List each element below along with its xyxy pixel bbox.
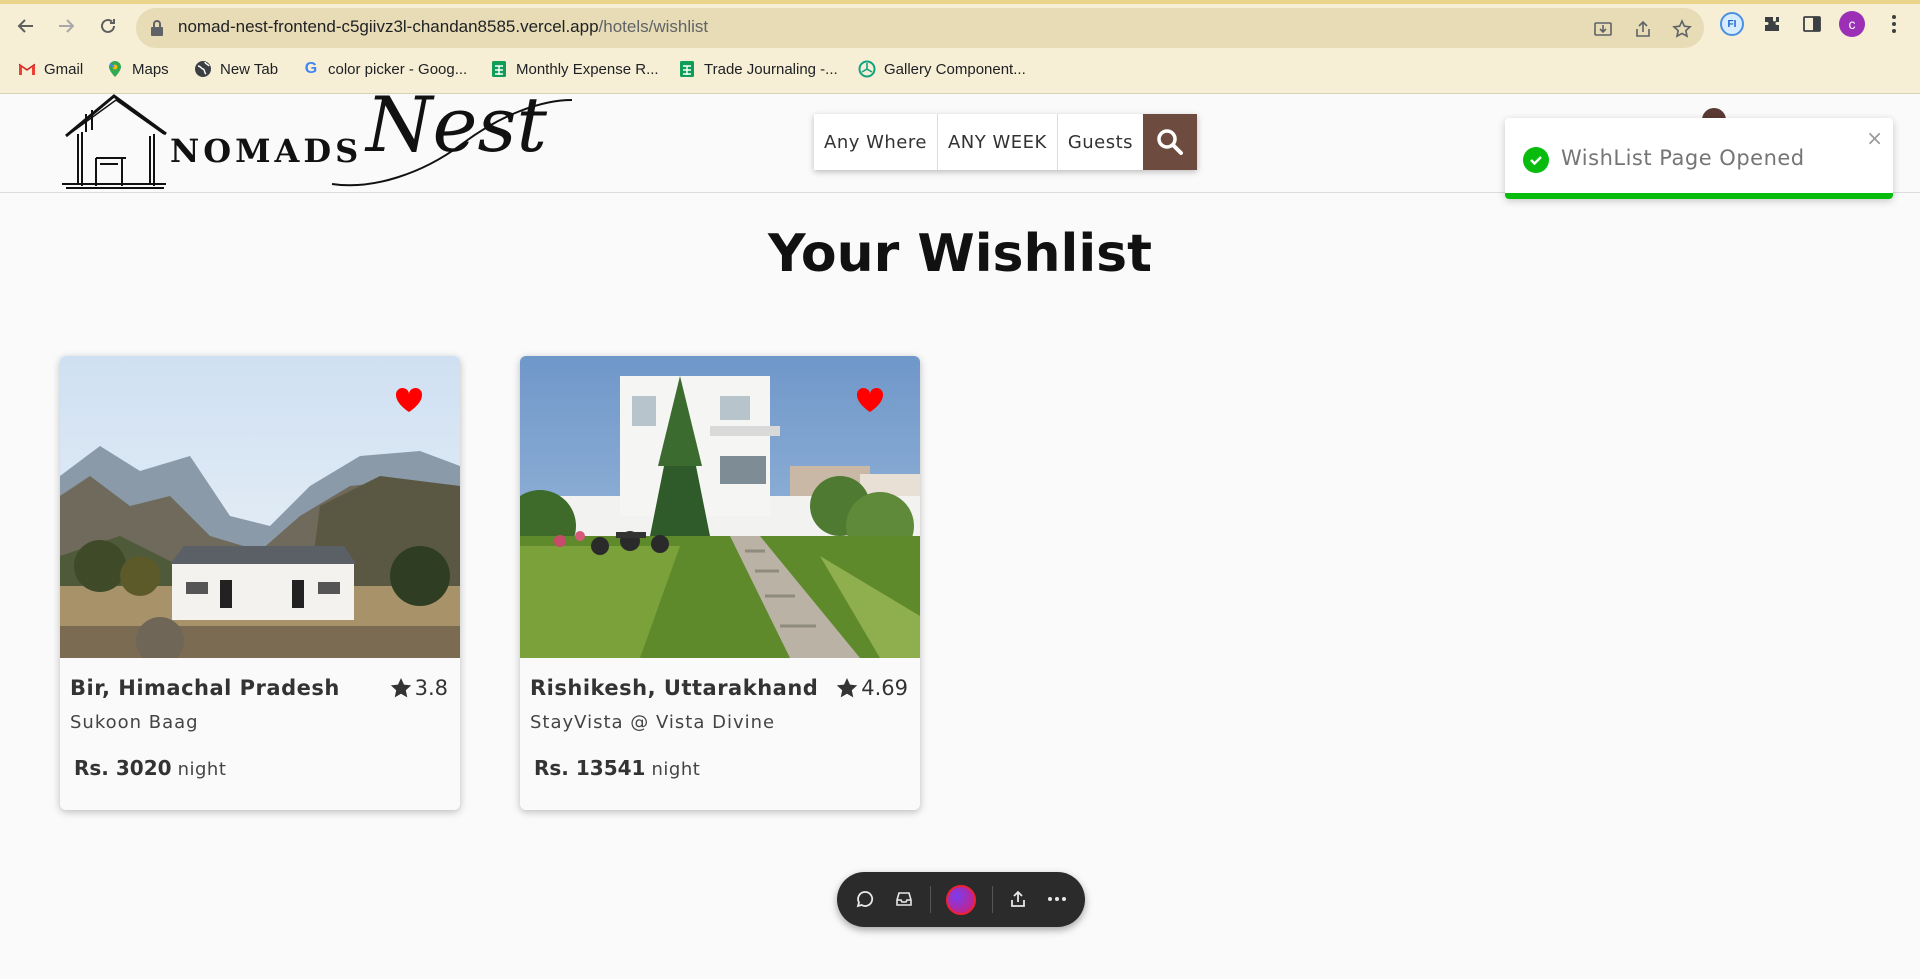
price-unit: night (651, 759, 701, 780)
upload-share-icon[interactable] (1007, 888, 1029, 910)
bookmark-color-picker[interactable]: G color picker - Goog... (302, 60, 467, 78)
gmail-icon (18, 60, 36, 78)
browser-chrome: nomad-nest-frontend-c5giivz3l-chandan858… (0, 0, 1920, 94)
fi-extension-label: FI (1727, 18, 1737, 30)
house-sketch-icon (62, 94, 167, 189)
wishlist-card[interactable]: Rishikesh, Uttarakhand 4.69 StayVista @ … (520, 356, 920, 810)
tab-strip-edge (0, 0, 1920, 4)
install-app-icon[interactable] (1592, 18, 1614, 40)
bookmark-label: Maps (132, 60, 169, 78)
price-unit: night (177, 759, 227, 780)
card-location: Rishikesh, Uttarakhand (530, 676, 819, 700)
reload-icon (101, 18, 115, 33)
card-location: Bir, Himachal Pradesh (70, 676, 340, 700)
inbox-icon[interactable] (893, 888, 915, 910)
toast-message: WishList Page Opened (1561, 146, 1805, 170)
profile-avatar-button[interactable]: c (1839, 11, 1865, 37)
url-path: /hotels/wishlist (598, 17, 709, 36)
toolbar-divider (992, 886, 993, 913)
rating-value: 4.69 (861, 676, 908, 700)
openai-icon (858, 60, 876, 78)
lock-icon (151, 20, 163, 36)
globe-icon (194, 60, 212, 78)
page-title: Your Wishlist (768, 224, 1152, 284)
card-property-name: Sukoon Baag (70, 712, 199, 733)
url-host: nomad-nest-frontend-c5giivz3l-chandan858… (178, 17, 599, 36)
week-filter[interactable]: ANY WEEK (938, 114, 1058, 170)
wishlist-heart-icon[interactable] (394, 386, 424, 414)
address-bar[interactable]: nomad-nest-frontend-c5giivz3l-chandan858… (136, 8, 1704, 48)
extension-fi-button[interactable]: FI (1719, 11, 1745, 37)
profile-avatar: c (1839, 11, 1865, 37)
success-check-icon (1523, 147, 1549, 173)
wishlist-card[interactable]: Bir, Himachal Pradesh 3.8 Sukoon Baag Rs… (60, 356, 460, 810)
bookmark-label: New Tab (220, 60, 279, 78)
extensions-puzzle-icon[interactable] (1759, 11, 1785, 37)
search-bar: Any Where ANY WEEK Guests (814, 114, 1197, 170)
bookmark-new-tab[interactable]: New Tab (194, 60, 278, 78)
bookmark-maps[interactable]: Maps (106, 60, 169, 78)
forward-arrow-icon (59, 19, 75, 33)
rating-value: 3.8 (414, 676, 448, 700)
back-arrow-icon (17, 19, 33, 33)
card-rating: 3.8 (389, 676, 448, 700)
fi-extension-icon: FI (1720, 12, 1744, 36)
card-rating: 4.69 (835, 676, 908, 700)
address-url[interactable]: nomad-nest-frontend-c5giivz3l-chandan858… (178, 17, 708, 37)
nomads-nest-logo[interactable]: NOMADS Nest (62, 80, 573, 192)
search-button[interactable] (1143, 114, 1197, 170)
forward-button[interactable] (52, 12, 80, 40)
bookmark-label: Monthly Expense R... (516, 60, 659, 78)
toast-progress-bar (1505, 193, 1893, 199)
bookmark-gmail[interactable]: Gmail (18, 60, 83, 78)
bookmark-label: Trade Journaling -... (704, 60, 838, 78)
price-value: Rs. 13541 (534, 756, 646, 780)
back-button[interactable] (12, 12, 40, 40)
star-icon (837, 678, 858, 698)
toolbar-divider (930, 886, 931, 913)
google-icon: G (304, 60, 318, 77)
bookmark-label: Gallery Component... (884, 60, 1026, 78)
bookmark-label: Gmail (44, 60, 84, 78)
reload-button[interactable] (94, 12, 122, 40)
bookmark-gallery-component[interactable]: Gallery Component... (858, 60, 1026, 78)
guests-filter[interactable]: Guests (1058, 114, 1143, 170)
bookmark-star-icon[interactable] (1671, 18, 1693, 40)
recorder-orb-icon[interactable] (946, 885, 976, 915)
bookmark-monthly-expense[interactable]: Monthly Expense R... (490, 60, 659, 78)
toast-close-icon[interactable]: × (1866, 126, 1883, 150)
sheets-icon (678, 60, 696, 78)
bookmark-trade-journaling[interactable]: Trade Journaling -... (678, 60, 838, 78)
where-filter[interactable]: Any Where (814, 114, 938, 170)
profile-initial: c (1848, 16, 1856, 32)
bookmark-label: color picker - Goog... (328, 60, 468, 78)
price-value: Rs. 3020 (74, 756, 172, 780)
side-panel-icon[interactable] (1799, 11, 1825, 37)
share-icon[interactable] (1632, 18, 1654, 40)
logo-flourish (331, 99, 573, 187)
card-price: Rs. 13541 night (534, 756, 700, 780)
floating-toolbar (837, 872, 1085, 927)
browser-menu-kebab-icon[interactable] (1881, 11, 1907, 37)
search-icon (1157, 129, 1184, 155)
maps-icon (106, 60, 124, 78)
more-options-icon[interactable] (1046, 888, 1068, 910)
star-icon (390, 678, 411, 698)
sheets-icon (490, 60, 508, 78)
bookmarks-bar: Gmail Maps New Tab G color picker - Goog… (0, 56, 1920, 86)
card-property-name: StayVista @ Vista Divine (530, 712, 776, 733)
wishlist-heart-icon[interactable] (855, 386, 885, 414)
comment-icon[interactable] (854, 888, 876, 910)
toast-notification: WishList Page Opened × (1505, 118, 1893, 199)
card-price: Rs. 3020 night (74, 756, 226, 780)
